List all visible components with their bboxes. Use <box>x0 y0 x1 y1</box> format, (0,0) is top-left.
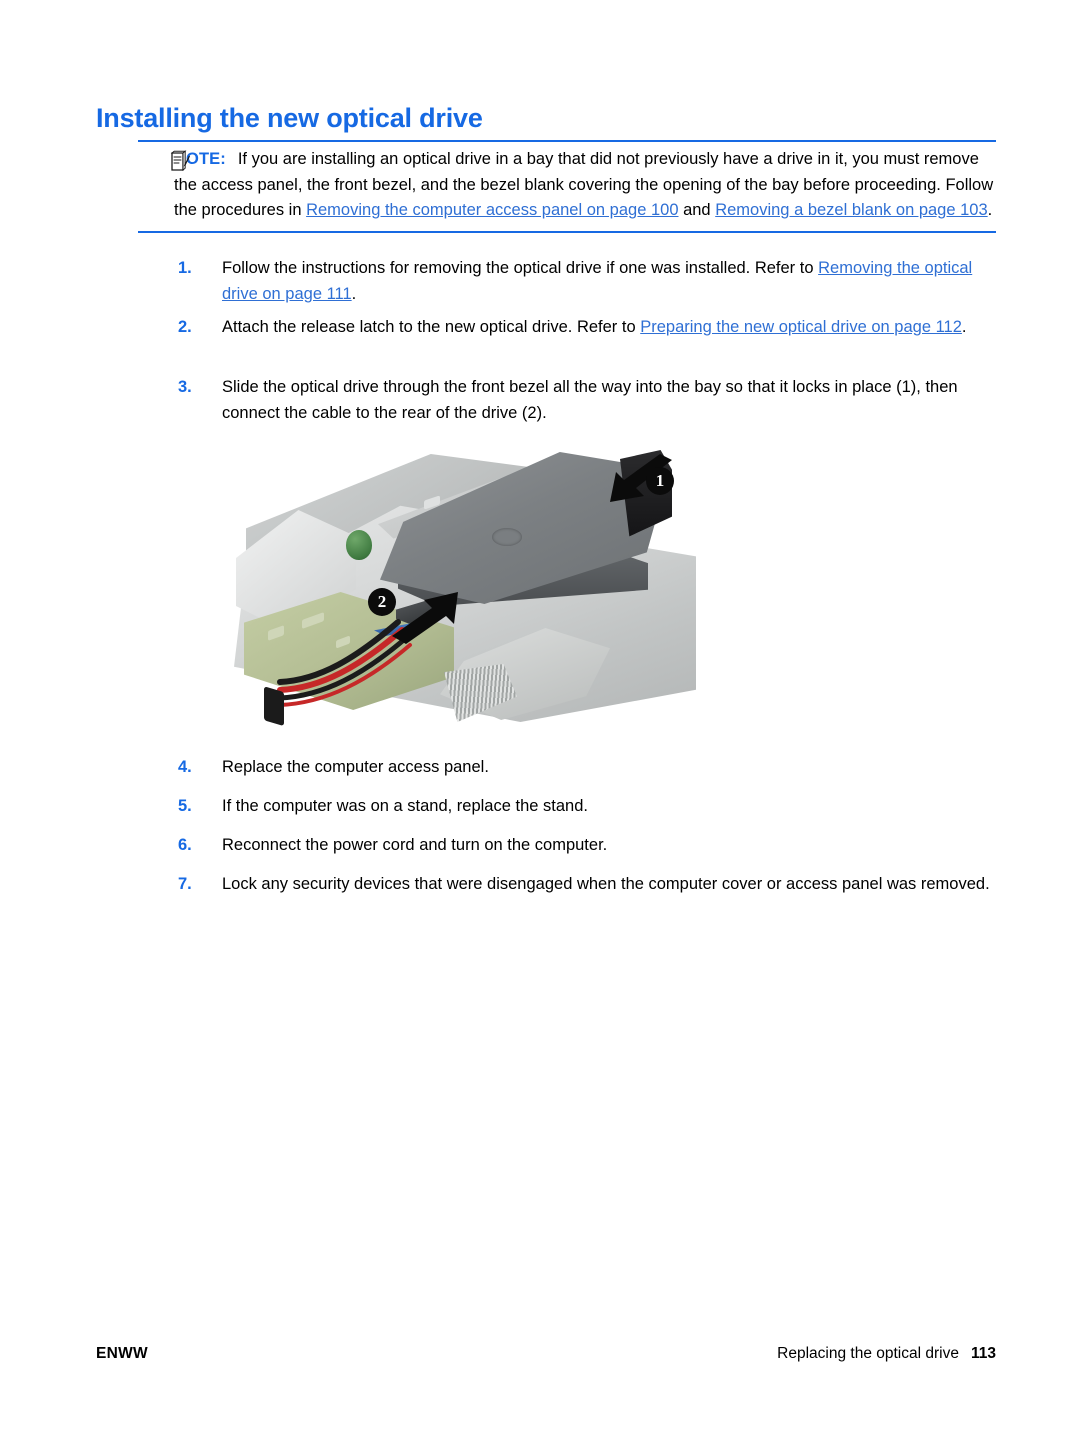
step-text-tail: . <box>351 284 357 303</box>
step-text: If the computer was on a stand, replace … <box>222 797 588 815</box>
footer-section-title: Replacing the optical drive <box>777 1345 959 1362</box>
step-number: 1. <box>178 259 192 277</box>
step-number: 6. <box>178 836 192 854</box>
step-text-lead: Attach the release latch to the new opti… <box>222 318 641 336</box>
step-item-5: 5. If the computer was on a stand, repla… <box>178 794 996 820</box>
callout-2-arrow-icon <box>392 592 458 644</box>
step-number: 3. <box>178 378 192 396</box>
step-number: 5. <box>178 797 192 815</box>
note-text-3: . <box>987 201 993 219</box>
step-text: Attach the release latch to the new opti… <box>222 315 996 341</box>
step-item-1: 1. Follow the instructions for removing … <box>178 256 996 307</box>
note-pad-pencil-icon <box>170 150 190 172</box>
note-link-bezel-blank[interactable]: Removing a bezel blank on page 103 <box>715 201 987 219</box>
step-number: 7. <box>178 875 192 893</box>
step-item-6: 6. Reconnect the power cord and turn on … <box>178 833 996 859</box>
step-number: 4. <box>178 758 192 776</box>
step-item-3: 3. Slide the optical drive through the f… <box>178 375 996 426</box>
step-text: Slide the optical drive through the fron… <box>222 378 958 422</box>
step-item-7: 7. Lock any security devices that were d… <box>178 872 996 898</box>
note-admonition: NOTE: If you are installing an optical dr… <box>138 140 996 233</box>
step-text-tail: . <box>961 318 967 336</box>
step-text: Reconnect the power cord and turn on the… <box>222 836 608 854</box>
figure-illustration: 1 2 <box>228 432 706 744</box>
step-number: 2. <box>178 318 192 336</box>
note-body: NOTE: If you are installing an optical dr… <box>138 142 996 231</box>
optical-drive-installation-figure: 1 2 <box>228 432 706 744</box>
document-page: Installing the new optical drive NOTE: If… <box>0 0 1080 1437</box>
step-item-4: 4. Replace the computer access panel. <box>178 755 996 781</box>
page-title: Installing the new optical drive <box>96 103 483 133</box>
step-text: Follow the instructions for removing the… <box>222 256 996 307</box>
step-text-lead: Follow the instructions for removing the… <box>222 259 819 277</box>
step-text: Lock any security devices that were dise… <box>222 875 990 893</box>
note-bottom-rule <box>138 231 996 233</box>
figure-callout-1: 1 <box>646 467 674 495</box>
step-text: Replace the computer access panel. <box>222 758 489 776</box>
step-item-2: 2. Attach the release latch to the new o… <box>178 315 996 341</box>
figure-callout-2: 2 <box>368 588 396 616</box>
note-link-access-panel[interactable]: Removing the computer access panel on pa… <box>306 201 678 219</box>
step-link-preparing-optical-drive[interactable]: Preparing the new optical drive on page … <box>640 318 962 336</box>
note-text-2: and <box>678 201 716 219</box>
footer-locale: ENWW <box>96 1345 148 1362</box>
footer-section: Replacing the optical drive 113 <box>777 1345 996 1363</box>
note-text: NOTE: If you are installing an optical dr… <box>174 147 996 224</box>
footer-page-number: 113 <box>970 1345 996 1362</box>
